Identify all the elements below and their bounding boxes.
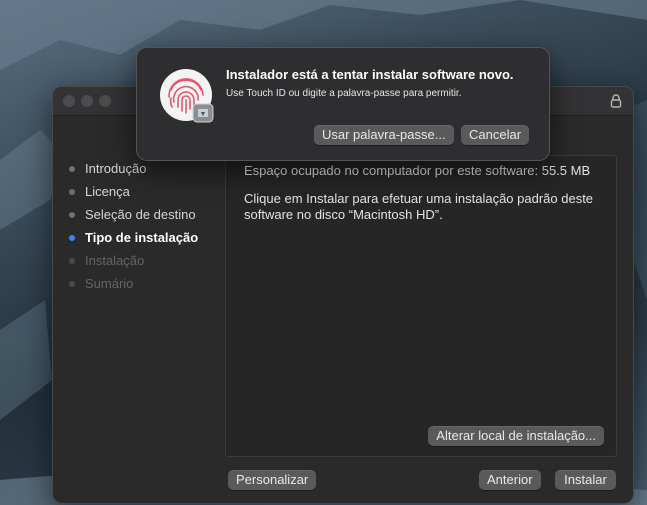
dialog-title: Instalador está a tentar instalar softwa… — [226, 67, 514, 82]
minimize-window-button[interactable] — [81, 95, 93, 107]
installer-steps-sidebar: Introdução Licença Seleção de destino Ti… — [67, 157, 227, 295]
standard-install-text: Clique em Instalar para efetuar uma inst… — [244, 191, 594, 222]
cancel-button[interactable]: Cancelar — [461, 125, 530, 145]
customize-button[interactable]: Personalizar — [228, 470, 317, 490]
step-label: Tipo de instalação — [85, 230, 199, 245]
step-bullet — [69, 280, 75, 287]
step-installation: Instalação — [67, 249, 227, 272]
back-button[interactable]: Anterior — [479, 470, 541, 490]
step-summary: Sumário — [67, 272, 227, 295]
step-bullet — [69, 165, 75, 172]
lock-icon — [610, 94, 622, 108]
authorization-dialog: Instalador está a tentar instalar softwa… — [136, 47, 550, 161]
close-window-button[interactable] — [63, 95, 75, 107]
installation-type-panel: Espaço ocupado no computador por este so… — [225, 155, 617, 457]
step-bullet — [69, 257, 75, 264]
disk-space-text: Espaço ocupado no computador por este so… — [244, 163, 591, 178]
touch-id-fingerprint-icon — [157, 66, 219, 128]
step-label: Licença — [85, 184, 130, 199]
install-button[interactable]: Instalar — [555, 470, 616, 490]
step-bullet-active — [69, 234, 75, 241]
step-installation-type: Tipo de instalação — [67, 226, 227, 249]
zoom-window-button[interactable] — [99, 95, 111, 107]
step-label: Sumário — [85, 276, 134, 291]
step-label: Seleção de destino — [85, 207, 196, 222]
dialog-subtitle: Use Touch ID ou digite a palavra-passe p… — [226, 88, 462, 99]
step-destination: Seleção de destino — [67, 203, 227, 226]
step-bullet — [69, 188, 75, 195]
step-label: Instalação — [85, 253, 145, 268]
use-password-button[interactable]: Usar palavra-passe... — [314, 125, 454, 145]
step-label: Introdução — [85, 161, 147, 176]
change-install-location-button[interactable]: Alterar local de instalação... — [428, 426, 604, 446]
step-license: Licença — [67, 180, 227, 203]
step-bullet — [69, 211, 75, 218]
